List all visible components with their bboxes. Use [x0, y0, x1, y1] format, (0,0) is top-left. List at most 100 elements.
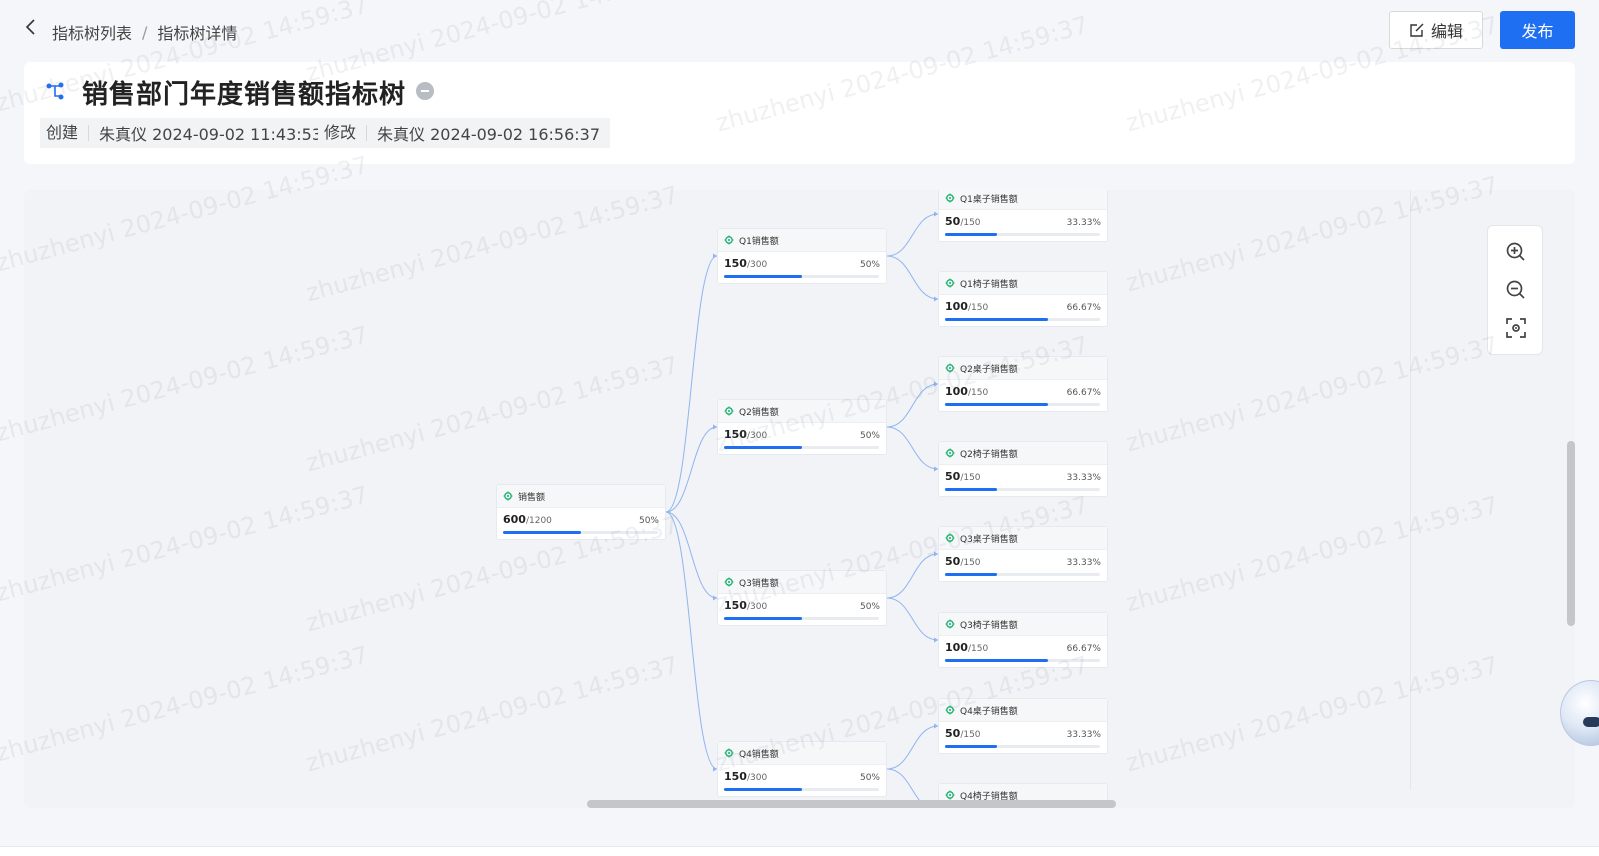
node-progress-bar	[945, 233, 1100, 236]
tree-node-level1[interactable]: Q3销售额 150/300 50%	[717, 570, 887, 626]
node-value: 50/150	[945, 727, 981, 740]
node-name: Q3桌子销售额	[960, 535, 1018, 545]
node-progress-fill	[724, 275, 802, 278]
tree-node-level1[interactable]: Q1销售额 150/300 50%	[717, 228, 887, 284]
node-actual: 150	[724, 428, 747, 441]
node-header: Q2销售额	[718, 400, 886, 423]
node-progress-bar	[724, 446, 879, 449]
zoom-controls	[1487, 225, 1543, 355]
node-target: /150	[960, 473, 981, 483]
node-percent: 33.33%	[1066, 473, 1101, 483]
metric-gear-icon	[945, 278, 955, 288]
node-value: 100/150	[945, 641, 988, 654]
created-label: 创建	[40, 125, 90, 141]
node-actual: 150	[724, 770, 747, 783]
node-progress-bar	[724, 788, 879, 791]
tree-node-level2[interactable]: Q2桌子销售额 100/150 66.67%	[938, 356, 1108, 412]
node-header: Q1销售额	[718, 229, 886, 252]
tree-node-level2[interactable]: Q4桌子销售额 50/150 33.33%	[938, 698, 1108, 754]
node-name: Q1椅子销售额	[960, 280, 1018, 290]
node-progress-bar	[724, 617, 879, 620]
node-actual: 150	[724, 599, 747, 612]
node-progress-fill	[724, 617, 802, 620]
node-target: /150	[967, 644, 989, 654]
node-progress-fill	[724, 446, 802, 449]
node-actual: 100	[945, 300, 968, 313]
node-header: Q4桌子销售额	[939, 699, 1107, 722]
node-value: 100/150	[945, 300, 988, 313]
node-name: Q2销售额	[739, 408, 779, 418]
metric-gear-icon	[724, 406, 734, 416]
page-title: 销售部门年度销售额指标树	[82, 80, 407, 110]
node-header: 销售额	[497, 485, 665, 508]
horizontal-scrollbar[interactable]	[587, 800, 1116, 808]
tree-edge	[886, 725, 939, 770]
tree-edge	[886, 597, 939, 641]
node-value: 150/300	[724, 257, 767, 270]
node-name: Q4销售额	[739, 750, 779, 760]
zoom-out-icon[interactable]	[1504, 278, 1528, 302]
node-header: Q3椅子销售额	[939, 613, 1107, 636]
node-percent: 66.67%	[1066, 644, 1101, 654]
node-progress-bar	[945, 488, 1100, 491]
node-progress-bar	[945, 573, 1100, 576]
breadcrumb-item-current: 指标树详情	[157, 24, 238, 43]
tree-node-level2[interactable]: Q3桌子销售额 50/150 33.33%	[938, 526, 1108, 582]
top-bar: 指标树列表 / 指标树详情 编辑 发布	[0, 0, 1599, 62]
tree-edge	[886, 213, 939, 257]
node-progress-fill	[724, 788, 802, 791]
node-name: Q3销售额	[739, 579, 779, 589]
node-progress-bar	[724, 275, 879, 278]
breadcrumb: 指标树列表 / 指标树详情	[52, 20, 237, 44]
vertical-scrollbar[interactable]	[1567, 441, 1575, 626]
tree-edge	[886, 255, 939, 300]
node-value: 100/150	[945, 385, 988, 398]
tree-node-level2[interactable]: Q2椅子销售额 50/150 33.33%	[938, 441, 1108, 497]
node-name: Q2桌子销售额	[960, 365, 1018, 375]
node-percent: 66.67%	[1066, 388, 1101, 398]
tree-node-level1[interactable]: Q4销售额 150/300 50%	[717, 741, 887, 797]
node-progress-bar	[945, 318, 1100, 321]
tree-node-level1[interactable]: Q2销售额 150/300 50%	[717, 399, 887, 455]
node-value: 150/300	[724, 428, 767, 441]
node-target: /150	[967, 388, 989, 398]
metric-gear-icon	[724, 748, 734, 758]
tree-canvas[interactable]: 销售额 600/1200 50% Q1销售额 150/300 50% Q2销售额 150/30…	[24, 190, 1575, 808]
node-name: Q1桌子销售额	[960, 195, 1018, 205]
node-progress-fill	[945, 573, 997, 576]
node-header: Q3桌子销售额	[939, 527, 1107, 550]
edit-label: 编辑	[1430, 22, 1463, 41]
node-percent: 50%	[859, 431, 880, 441]
node-actual: 100	[945, 641, 968, 654]
node-target: /150	[960, 218, 981, 228]
node-value: 600/1200	[503, 513, 552, 526]
zoom-in-icon[interactable]	[1504, 240, 1528, 264]
node-percent: 66.67%	[1066, 303, 1101, 313]
tree-node-level2[interactable]: Q3椅子销售额 100/150 66.67%	[938, 612, 1108, 668]
tree-node-root[interactable]: 销售额 600/1200 50%	[496, 484, 666, 540]
edit-button[interactable]: 编辑	[1389, 11, 1483, 49]
node-actual: 50	[945, 727, 961, 740]
node-header: Q1椅子销售额	[939, 272, 1107, 295]
node-value: 150/300	[724, 770, 767, 783]
node-percent: 50%	[859, 773, 880, 783]
modified-label: 修改	[318, 125, 368, 141]
tree-node-level2[interactable]: Q1椅子销售额 100/150 66.67%	[938, 271, 1108, 327]
back-chevron-icon[interactable]	[24, 18, 42, 40]
tree-edge	[665, 511, 718, 599]
edit-icon	[1410, 23, 1424, 37]
fit-view-icon[interactable]	[1504, 316, 1528, 340]
node-header: Q4销售额	[718, 742, 886, 765]
node-header: Q2桌子销售额	[939, 357, 1107, 380]
node-actual: 50	[945, 470, 961, 483]
modified-info: 修改 朱真仪 2024-09-02 16:56:37	[318, 118, 611, 148]
node-header: Q1桌子销售额	[939, 190, 1107, 210]
breadcrumb-item-list[interactable]: 指标树列表	[52, 20, 132, 44]
node-percent: 33.33%	[1066, 218, 1101, 228]
metric-gear-icon	[945, 448, 955, 458]
publish-button[interactable]: 发布	[1500, 11, 1575, 49]
node-name: Q1销售额	[739, 237, 779, 247]
node-target: /300	[746, 431, 768, 441]
tree-node-level2[interactable]: Q1桌子销售额 50/150 33.33%	[938, 190, 1108, 242]
node-target: /1200	[525, 516, 552, 526]
